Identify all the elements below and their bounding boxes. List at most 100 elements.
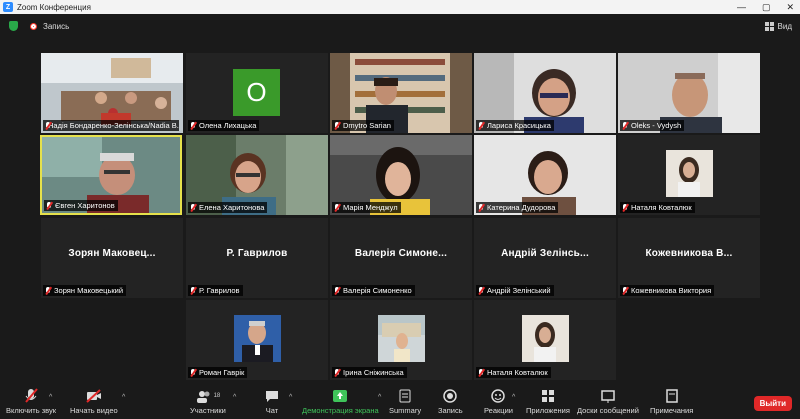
reactions-icon <box>491 389 506 403</box>
muted-mic-icon <box>622 121 628 130</box>
recording-icon <box>30 22 37 30</box>
record-button[interactable]: Запись <box>438 388 463 415</box>
chevron-up-icon[interactable]: ^ <box>512 394 515 401</box>
video-tile-active-speaker[interactable]: Євген Харитонов <box>40 135 182 215</box>
start-video-label: Начать видео <box>70 406 118 415</box>
video-off-icon <box>86 389 101 403</box>
maximize-icon[interactable]: ▢ <box>762 0 771 14</box>
recording-label[interactable]: Запись <box>43 22 69 31</box>
participant-name: Катерина Дудорова <box>487 203 556 212</box>
participant-name: Надія Бондаренко-Зелінська/Nadia B... <box>48 121 179 130</box>
unmute-label: Включить звук <box>6 406 57 415</box>
profile-photo <box>234 315 281 362</box>
window-titlebar: Z Zoom Конференция — ▢ ✕ <box>0 0 800 14</box>
participant-name: Зорян Маковецький <box>54 286 124 295</box>
participant-name: Марія Менджул <box>343 203 398 212</box>
profile-photo <box>522 315 569 362</box>
security-shield-icon[interactable] <box>9 21 18 31</box>
participant-name: Наталя Ковталюк <box>631 203 692 212</box>
muted-mic-icon <box>478 368 484 377</box>
reactions-label: Реакции <box>484 406 513 415</box>
close-icon[interactable]: ✕ <box>786 0 794 14</box>
participant-name: Наталя Ковталюк <box>487 368 548 377</box>
notes-icon <box>665 389 678 403</box>
start-video-button[interactable]: Начать видео <box>70 388 118 415</box>
muted-mic-icon <box>478 203 484 212</box>
mic-muted-icon <box>25 388 38 403</box>
participant-name: Ірина Сніжинська <box>343 368 404 377</box>
chat-button[interactable]: Чат <box>265 388 279 415</box>
muted-mic-icon <box>190 368 196 377</box>
zoom-logo-icon: Z <box>3 2 13 12</box>
muted-mic-icon <box>334 286 340 295</box>
apps-icon <box>541 390 554 402</box>
participant-name: Кожевникова Виктория <box>631 286 712 295</box>
participant-name: Андрій Зелінський <box>487 286 551 295</box>
meeting-toolbar: Включить звук ^ Начать видео ^ 18 Участн… <box>0 386 800 419</box>
share-screen-label: Демонстрация экрана <box>302 406 379 415</box>
view-button[interactable]: Вид <box>764 21 792 31</box>
chevron-up-icon[interactable]: ^ <box>378 394 381 401</box>
notes-button[interactable]: Примечания <box>650 388 693 415</box>
video-tile[interactable]: Марія Менджул <box>330 135 472 215</box>
participant-name: Dmytro Sarian <box>343 121 391 130</box>
video-tile[interactable]: Валерія Симоне... Валерія Симоненко <box>330 218 472 298</box>
record-label: Запись <box>438 406 463 415</box>
participant-name: Євген Харитонов <box>55 201 115 210</box>
record-icon <box>443 389 458 403</box>
muted-mic-icon <box>334 203 340 212</box>
whiteboards-button[interactable]: Доски сообщений <box>577 388 639 415</box>
grid-icon <box>764 21 774 31</box>
whiteboard-icon <box>601 390 615 403</box>
video-tile[interactable]: Ірина Сніжинська <box>330 300 472 380</box>
muted-mic-icon <box>46 201 52 210</box>
video-tile[interactable]: Роман Гаврік <box>186 300 328 380</box>
chevron-up-icon[interactable]: ^ <box>289 394 292 401</box>
video-tile[interactable]: Зорян Маковец... Зорян Маковецький <box>41 218 183 298</box>
participant-display-name: Валерія Симоне... <box>354 248 448 259</box>
view-label: Вид <box>777 21 792 31</box>
whiteboards-label: Доски сообщений <box>577 406 639 415</box>
unmute-button[interactable]: Включить звук <box>6 388 56 415</box>
participant-display-name: Р. Гаврилов <box>226 248 288 259</box>
muted-mic-icon <box>45 286 51 295</box>
video-tile[interactable]: Лариса Красицька <box>474 53 616 133</box>
muted-mic-icon <box>478 286 484 295</box>
chevron-up-icon[interactable]: ^ <box>233 394 236 401</box>
chevron-up-icon[interactable]: ^ <box>49 394 52 401</box>
meeting-topbar: Запись Вид <box>0 14 800 38</box>
participant-name: Елена Харитонова <box>199 203 265 212</box>
video-tile[interactable]: Наталя Ковталюк <box>474 300 616 380</box>
participant-name: Oleks - Vydysh <box>631 121 682 130</box>
participants-icon <box>196 391 210 403</box>
video-tile[interactable]: O Олена Лихацька <box>186 53 328 133</box>
share-screen-button[interactable]: Демонстрация экрана <box>302 388 379 415</box>
participants-button[interactable]: 18 Участники <box>190 388 226 415</box>
summary-icon <box>399 389 411 403</box>
summary-label: Summary <box>389 406 422 415</box>
notes-label: Примечания <box>650 406 694 415</box>
video-tile[interactable]: Dmytro Sarian <box>330 53 472 133</box>
muted-mic-icon <box>190 203 196 212</box>
video-tile[interactable]: Кожевникова В... Кожевникова Виктория <box>618 218 760 298</box>
video-tile[interactable]: Надія Бондаренко-Зелінська/Nadia B... <box>41 53 183 133</box>
participant-display-name: Зорян Маковец... <box>68 248 156 259</box>
apps-button[interactable]: Приложения <box>526 388 570 415</box>
chat-icon <box>266 391 278 402</box>
participant-name: Р. Гаврилов <box>199 286 240 295</box>
video-tile[interactable]: Наталя Ковталюк <box>618 135 760 215</box>
leave-button[interactable]: Выйти <box>753 396 792 411</box>
muted-mic-icon <box>622 286 628 295</box>
participant-name: Роман Гаврік <box>199 368 245 377</box>
reactions-button[interactable]: Реакции <box>484 388 513 415</box>
video-tile[interactable]: Р. Гаврилов Р. Гаврилов <box>186 218 328 298</box>
video-tile[interactable]: Елена Харитонова <box>186 135 328 215</box>
video-tile[interactable]: Oleks - Vydysh <box>618 53 760 133</box>
chevron-up-icon[interactable]: ^ <box>122 394 125 401</box>
muted-mic-icon <box>334 121 340 130</box>
video-tile[interactable]: Андрій Зелінсь... Андрій Зелінський <box>474 218 616 298</box>
minimize-icon[interactable]: — <box>737 0 746 14</box>
video-tile[interactable]: Катерина Дудорова <box>474 135 616 215</box>
summary-button[interactable]: Summary <box>389 388 421 415</box>
share-screen-icon <box>333 390 348 402</box>
